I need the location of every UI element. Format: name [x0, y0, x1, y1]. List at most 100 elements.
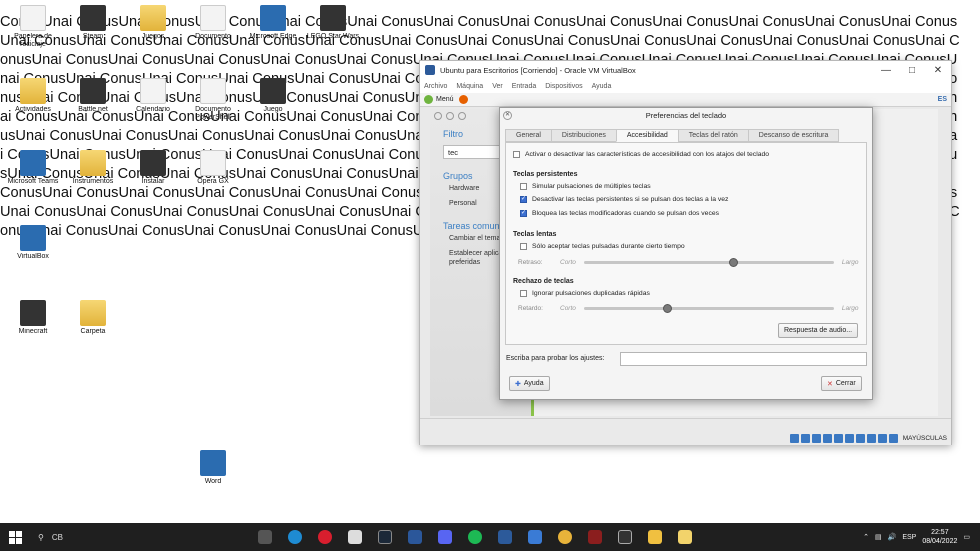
- desktop-icon[interactable]: Juego: [245, 78, 301, 140]
- shared-folder-icon[interactable]: [844, 434, 854, 443]
- word-icon[interactable]: [400, 523, 430, 551]
- language-indicator[interactable]: ESP: [902, 534, 916, 541]
- keyboard-layout-indicator[interactable]: ES: [938, 96, 947, 103]
- slow-delay-slider[interactable]: [583, 258, 834, 267]
- tab-layouts[interactable]: Distribuciones: [550, 129, 617, 142]
- desktop-icon-label: Opera GX: [197, 178, 229, 185]
- test-settings-input[interactable]: [620, 352, 867, 366]
- keyboard-preferences-dialog[interactable]: ✕ Preferencias del teclado General Distr…: [499, 107, 873, 400]
- recording-icon[interactable]: [866, 434, 876, 443]
- bounce-delay-slider-handle[interactable]: [663, 304, 673, 313]
- minimize-icon[interactable]: [446, 112, 454, 120]
- network-icon[interactable]: [822, 434, 832, 443]
- sticky-option-row[interactable]: Simular pulsaciones de múltiples teclas: [520, 183, 651, 190]
- edge-icon[interactable]: [280, 523, 310, 551]
- taskbar-search[interactable]: ⚲ CB: [30, 533, 250, 542]
- menu-archivo[interactable]: Archivo: [424, 83, 447, 90]
- desktop-icon[interactable]: Microsoft Edge: [245, 5, 301, 67]
- close-icon[interactable]: ✕: [925, 65, 951, 76]
- maximize-icon[interactable]: [458, 112, 466, 120]
- app-icon[interactable]: [670, 523, 700, 551]
- virtualbox-taskbar-icon[interactable]: [490, 523, 520, 551]
- task-view-icon[interactable]: [250, 523, 280, 551]
- tab-general[interactable]: General: [505, 129, 552, 142]
- sticky-option-label: Bloquea las teclas modificadoras cuando …: [532, 210, 720, 217]
- close-dialog-button[interactable]: ✕ Cerrar: [821, 376, 862, 391]
- slow-keys-checkbox[interactable]: [520, 243, 527, 250]
- desktop-icon[interactable]: Opera GX: [185, 150, 241, 212]
- close-icon[interactable]: [434, 112, 442, 120]
- start-button[interactable]: [0, 523, 30, 551]
- help-button[interactable]: ✚ Ayuda: [509, 376, 550, 391]
- desktop-icon[interactable]: Instrumentos: [65, 150, 121, 212]
- display-icon[interactable]: [855, 434, 865, 443]
- tab-accessibility[interactable]: Accesibilidad: [615, 129, 679, 142]
- game-icon[interactable]: [580, 523, 610, 551]
- app-icon[interactable]: [520, 523, 550, 551]
- toggle-accessibility-row[interactable]: Activar o desactivar las características…: [513, 151, 769, 158]
- bounce-keys-row[interactable]: Ignorar pulsaciones duplicadas rápidas: [520, 290, 650, 297]
- network-icon[interactable]: ▤: [875, 533, 882, 541]
- firefox-icon[interactable]: [458, 95, 468, 104]
- tab-mouse-keys[interactable]: Teclas del ratón: [677, 129, 749, 142]
- dialog-titlebar[interactable]: ✕ Preferencias del teclado: [500, 108, 872, 123]
- chevron-up-icon[interactable]: ⌃: [863, 533, 869, 541]
- storage-icon[interactable]: [789, 434, 799, 443]
- usb-icon[interactable]: [833, 434, 843, 443]
- bounce-delay-slider[interactable]: [583, 304, 834, 313]
- optical-drive-icon[interactable]: [800, 434, 810, 443]
- slow-keys-row[interactable]: Sólo aceptar teclas pulsadas durante cie…: [520, 243, 685, 250]
- unity-icon[interactable]: [340, 523, 370, 551]
- clock[interactable]: 22:57 08/04/2022: [922, 528, 957, 546]
- desktop-icon[interactable]: LEGO Star Wars: [305, 5, 361, 67]
- desktop-icon[interactable]: Juegos: [125, 5, 181, 67]
- desktop-icon[interactable]: Minecraft: [5, 300, 61, 362]
- minimize-icon[interactable]: —: [873, 65, 899, 76]
- steam-icon[interactable]: [370, 523, 400, 551]
- lock-modifiers-checkbox[interactable]: ✓: [520, 210, 527, 217]
- volume-icon[interactable]: 🔊: [888, 533, 897, 541]
- desktop-icon[interactable]: Calendario: [125, 78, 181, 140]
- file-explorer-icon[interactable]: [640, 523, 670, 551]
- toggle-accessibility-checkbox[interactable]: [513, 151, 520, 158]
- menu-ayuda[interactable]: Ayuda: [592, 83, 612, 90]
- mouse-integration-icon[interactable]: [888, 434, 898, 443]
- discord-icon[interactable]: [430, 523, 460, 551]
- desktop-icon[interactable]: Documento PowerShell: [185, 78, 241, 140]
- slow-delay-slider-handle[interactable]: [728, 258, 738, 267]
- desktop-icon[interactable]: Papelera de reciclaje: [5, 5, 61, 67]
- spotify-icon[interactable]: [460, 523, 490, 551]
- desktop-icon[interactable]: Steam: [65, 5, 121, 67]
- notification-icon[interactable]: ▭: [963, 533, 970, 541]
- vbox-titlebar[interactable]: Ubuntu para Escritorios [Corriendo] - Or…: [420, 61, 951, 79]
- desktop-icon[interactable]: Carpeta: [65, 300, 121, 362]
- audio-icon[interactable]: [811, 434, 821, 443]
- menu-entrada[interactable]: Entrada: [512, 83, 537, 90]
- desktop-icon[interactable]: Battle.net: [65, 78, 121, 140]
- desktop-icon[interactable]: Word: [185, 450, 241, 512]
- bounce-keys-checkbox[interactable]: [520, 290, 527, 297]
- desktop-icon[interactable]: Microsoft Teams: [5, 150, 61, 212]
- menu-ver[interactable]: Ver: [492, 83, 503, 90]
- simulate-multikey-checkbox[interactable]: [520, 183, 527, 190]
- sticky-option-row[interactable]: ✓ Bloquea las teclas modificadoras cuand…: [520, 210, 719, 217]
- audio-feedback-button[interactable]: Respuesta de audio...: [778, 323, 859, 338]
- desktop-icon[interactable]: Actividades: [5, 78, 61, 140]
- opera-icon[interactable]: [310, 523, 340, 551]
- menu-dispositivos[interactable]: Dispositivos: [545, 83, 582, 90]
- desktop-icon[interactable]: Documento: [185, 5, 241, 67]
- guest-menu-button[interactable]: Menú: [436, 96, 454, 103]
- disable-two-keys-checkbox[interactable]: ✓: [520, 196, 527, 203]
- desktop-icon[interactable]: VirtualBox: [5, 225, 61, 287]
- close-icon[interactable]: ✕: [503, 111, 512, 120]
- tab-typing-break[interactable]: Descanso de escritura: [747, 129, 840, 142]
- chrome-icon[interactable]: [550, 523, 580, 551]
- maximize-icon[interactable]: □: [899, 65, 925, 76]
- menu-maquina[interactable]: Máquina: [456, 83, 483, 90]
- desktop-icon[interactable]: Instalar: [125, 150, 181, 212]
- sticky-option-row[interactable]: ✓ Desactivar las teclas persistentes si …: [520, 196, 728, 203]
- epic-games-icon[interactable]: [610, 523, 640, 551]
- cpu-icon[interactable]: [877, 434, 887, 443]
- host-key-label: MAYÚSCULAS: [902, 435, 947, 442]
- mint-menu-icon[interactable]: [424, 95, 433, 104]
